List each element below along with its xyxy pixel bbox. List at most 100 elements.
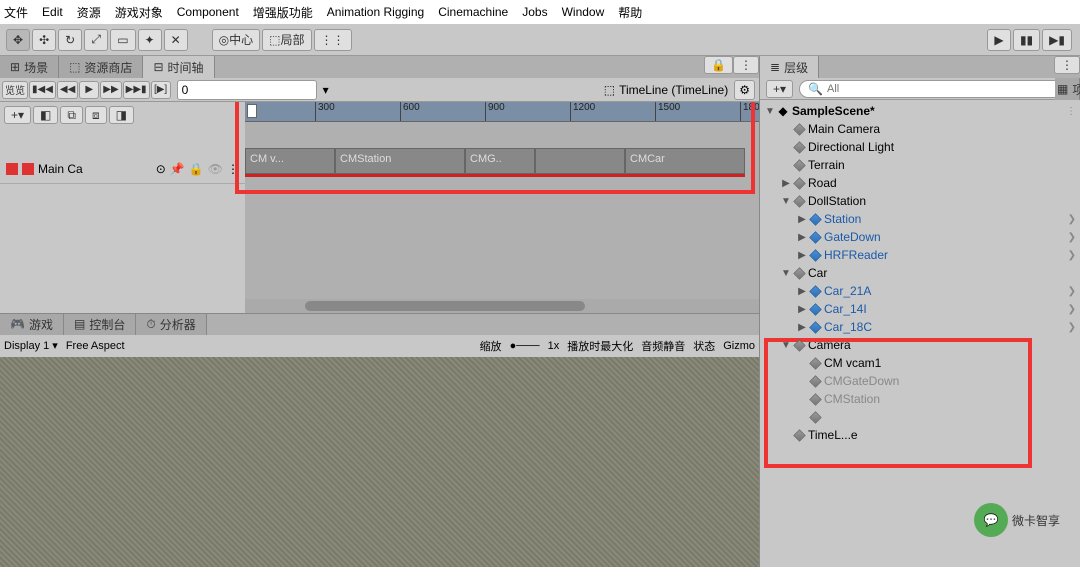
expand-icon[interactable]: ▶	[780, 178, 792, 189]
expand-icon[interactable]: ▼	[764, 106, 776, 117]
cinemachine-track-row[interactable]: Main Ca ⊙ 📌 🔒 👁 ⋮	[0, 154, 245, 184]
expand-icon[interactable]: ▶	[796, 214, 808, 225]
tab-asset-store[interactable]: ⬚资源商店	[59, 56, 143, 78]
hierarchy-node[interactable]: Directional Light	[760, 138, 1080, 156]
hierarchy-node[interactable]: ▼DollStation	[760, 192, 1080, 210]
scrollbar-thumb[interactable]	[305, 301, 585, 311]
playhead-icon[interactable]	[247, 104, 257, 118]
hierarchy-menu-icon[interactable]: ⋮	[1054, 56, 1080, 74]
timeline-area[interactable]: 300600900120015001800 CM v...CMStationCM…	[245, 102, 759, 313]
display-dropdown[interactable]: Display 1 ▾	[4, 339, 58, 352]
prev-frame-icon[interactable]: ◀◀	[57, 81, 78, 99]
range-icon[interactable]: [▶]	[151, 81, 171, 99]
play-preview-icon[interactable]: ▶	[79, 81, 99, 99]
tab-game[interactable]: 🎮游戏	[0, 314, 64, 335]
goto-start-icon[interactable]: ▮◀◀	[29, 81, 56, 99]
menu-component[interactable]: Component	[177, 5, 239, 19]
hierarchy-node[interactable]: ▶Road	[760, 174, 1080, 192]
expand-icon[interactable]: ▶	[796, 304, 808, 315]
edit-mode-icon[interactable]: ◧	[33, 106, 58, 124]
timeline-clip[interactable]: CM v...	[245, 148, 335, 174]
create-dropdown[interactable]: +▾	[766, 80, 793, 98]
rect-tool[interactable]: ▭	[110, 29, 135, 51]
timeline-clip[interactable]: CMStation	[335, 148, 465, 174]
timeline-clip[interactable]	[535, 148, 625, 174]
hierarchy-node[interactable]: ▶HRFReader❯	[760, 246, 1080, 264]
ripple-mode-icon[interactable]: ⧈	[85, 106, 107, 124]
track-lock-icon[interactable]: 🔒	[189, 162, 204, 176]
hierarchy-node[interactable]: Main Camera	[760, 120, 1080, 138]
menu-animation rigging[interactable]: Animation Rigging	[327, 5, 424, 19]
gizmo-toggle[interactable]: Gizmo	[723, 340, 755, 352]
hierarchy-node[interactable]: ▼Car	[760, 264, 1080, 282]
tab-menu-icon[interactable]: ⋮	[733, 56, 759, 74]
snap-button[interactable]: ⋮⋮	[314, 29, 352, 51]
tab-project[interactable]: ▦ 项	[1055, 78, 1080, 100]
mute-icon[interactable]: 👁	[208, 162, 223, 176]
gear-icon[interactable]: ⚙	[734, 80, 755, 100]
move-tool[interactable]: ✣	[32, 29, 56, 51]
pivot-center-button[interactable]: ◎中心	[212, 29, 261, 51]
stats-toggle[interactable]: 状态	[693, 338, 715, 354]
hierarchy-node[interactable]: ▶Station❯	[760, 210, 1080, 228]
tab-hierarchy[interactable]: ≣层级	[760, 56, 819, 78]
add-track-icon[interactable]: +▾	[4, 106, 31, 124]
goto-end-icon[interactable]: ▶▶▮	[123, 81, 150, 99]
pause-button[interactable]: ▮▮	[1013, 29, 1040, 51]
tab-scene[interactable]: ⊞场景	[0, 56, 59, 78]
hand-tool[interactable]: ✥	[6, 29, 30, 51]
step-button[interactable]: ▶▮	[1042, 29, 1072, 51]
menu-edit[interactable]: Edit	[42, 5, 63, 19]
dropdown-icon[interactable]: ▾	[323, 83, 329, 97]
hierarchy-node[interactable]: ▼Camera	[760, 336, 1080, 354]
mix-mode-icon[interactable]: ⧉	[60, 106, 83, 124]
hierarchy-node[interactable]: ▶GateDown❯	[760, 228, 1080, 246]
hierarchy-node[interactable]: ▶Car_18C❯	[760, 318, 1080, 336]
binding-icon[interactable]: ⊙	[156, 162, 166, 176]
menu-帮助[interactable]: 帮助	[618, 4, 642, 21]
timeline-clip[interactable]: CMG..	[465, 148, 535, 174]
preview-label[interactable]: 览览	[2, 81, 28, 99]
hierarchy-tree[interactable]: ▼◆SampleScene*⋮Main CameraDirectional Li…	[760, 100, 1080, 567]
expand-icon[interactable]: ▶	[796, 322, 808, 333]
track-menu-icon[interactable]: ⋮	[227, 162, 239, 176]
timeline-scrollbar[interactable]	[245, 299, 759, 313]
expand-icon[interactable]: ▶	[796, 250, 808, 261]
tab-console[interactable]: ▤控制台	[64, 314, 136, 335]
expand-icon[interactable]: ▼	[780, 268, 792, 279]
play-button[interactable]: ▶	[987, 29, 1011, 51]
hierarchy-node[interactable]: CMGateDown	[760, 372, 1080, 390]
frame-input[interactable]	[177, 80, 317, 100]
tab-timeline[interactable]: ⊟时间轴	[143, 56, 214, 78]
menu-资源[interactable]: 资源	[77, 4, 101, 21]
expand-icon[interactable]: ▼	[780, 196, 792, 207]
expand-icon[interactable]: ▶	[796, 232, 808, 243]
pin-icon[interactable]: 📌	[170, 162, 185, 176]
mute-toggle[interactable]: 音频静音	[641, 338, 685, 354]
menu-jobs[interactable]: Jobs	[522, 5, 547, 19]
hierarchy-node[interactable]: ▶Car_14I❯	[760, 300, 1080, 318]
menu-游戏对象[interactable]: 游戏对象	[115, 4, 163, 21]
hierarchy-node[interactable]: CM vcam1	[760, 354, 1080, 372]
hierarchy-node[interactable]: Terrain	[760, 156, 1080, 174]
timeline-clip[interactable]: CMCar	[625, 148, 745, 174]
hierarchy-node[interactable]: CMStation	[760, 390, 1080, 408]
hierarchy-search[interactable]: 🔍	[799, 80, 1074, 98]
timeline-ruler[interactable]: 300600900120015001800	[245, 102, 759, 122]
node-menu-icon[interactable]: ⋮	[1066, 106, 1076, 117]
lock-icon[interactable]: 🔒	[704, 56, 733, 74]
hierarchy-node[interactable]	[760, 408, 1080, 426]
next-frame-icon[interactable]: ▶▶	[100, 81, 121, 99]
transform-tool[interactable]: ✦	[138, 29, 162, 51]
hierarchy-node[interactable]: ▼◆SampleScene*⋮	[760, 102, 1080, 120]
expand-icon[interactable]: ▶	[796, 286, 808, 297]
expand-icon[interactable]: ▼	[780, 340, 792, 351]
scale-slider[interactable]: ●───	[510, 340, 540, 352]
game-view[interactable]	[0, 357, 759, 567]
search-input[interactable]	[827, 83, 1065, 95]
scale-tool[interactable]: ⤢	[84, 29, 108, 51]
tab-profiler[interactable]: ⏱分析器	[136, 314, 206, 335]
pivot-local-button[interactable]: ⬚局部	[262, 29, 311, 51]
timeline-asset-name[interactable]: ⬚ TimeLine (TimeLine)	[604, 83, 729, 97]
menu-文件[interactable]: 文件	[4, 4, 28, 21]
